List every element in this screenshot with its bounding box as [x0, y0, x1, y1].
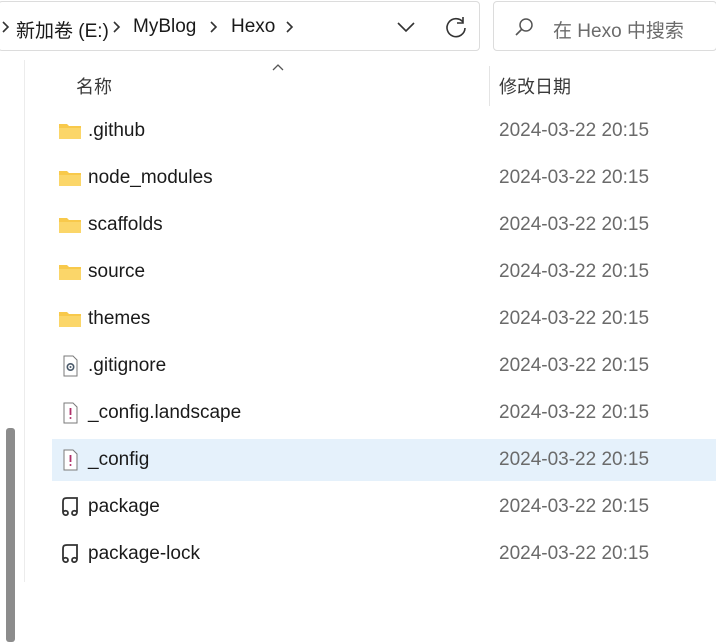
column-name-header[interactable]: 名称	[76, 73, 112, 99]
chevron-right-icon[interactable]	[207, 16, 221, 38]
chevron-right-icon[interactable]	[110, 16, 124, 38]
file-date: 2024-03-22 20:15	[499, 167, 650, 188]
file-row[interactable]: _config.landscape 2024-03-22 20:15	[52, 392, 716, 434]
search-icon	[513, 16, 535, 38]
file-row[interactable]: scaffolds 2024-03-22 20:15	[52, 204, 716, 246]
nav-scrollbar-thumb[interactable]	[6, 428, 15, 642]
file-date: 2024-03-22 20:15	[499, 449, 650, 470]
file-name: source	[88, 261, 146, 282]
chevron-down-icon[interactable]	[392, 13, 420, 41]
search-placeholder[interactable]: 在 Hexo 中搜索	[553, 16, 684, 43]
chevron-right-icon[interactable]	[283, 16, 297, 38]
file-row[interactable]: source 2024-03-22 20:15	[52, 251, 716, 293]
file-name: scaffolds	[88, 214, 163, 235]
file-date: 2024-03-22 20:15	[499, 120, 650, 141]
file-name: package	[88, 496, 160, 517]
search-box[interactable]: 在 Hexo 中搜索	[493, 1, 716, 51]
column-header: 名称 修改日期	[0, 60, 716, 110]
column-date-header[interactable]: 修改日期	[499, 73, 571, 99]
file-date: 2024-03-22 20:15	[499, 214, 650, 235]
file-name: node_modules	[88, 167, 213, 188]
file-name: package-lock	[88, 543, 200, 564]
folder-icon	[58, 308, 82, 330]
json-file-icon	[58, 496, 82, 518]
file-date: 2024-03-22 20:15	[499, 402, 650, 423]
file-row[interactable]: node_modules 2024-03-22 20:15	[52, 157, 716, 199]
navigation-pane	[0, 60, 25, 642]
column-divider[interactable]	[489, 66, 490, 106]
sort-ascending-icon	[271, 60, 285, 72]
settings-file-icon	[58, 355, 82, 377]
breadcrumb-hexo[interactable]: Hexo	[231, 16, 275, 38]
file-name: _config	[88, 449, 150, 470]
folder-icon	[58, 261, 82, 283]
chevron-right-icon[interactable]	[0, 16, 13, 38]
file-name: _config.landscape	[88, 402, 242, 423]
address-bar[interactable]: 新加卷 (E:) MyBlog Hexo	[0, 1, 480, 51]
breadcrumb-drive[interactable]: 新加卷 (E:)	[16, 16, 109, 43]
refresh-icon[interactable]	[442, 13, 470, 41]
file-row[interactable]: .gitignore 2024-03-22 20:15	[52, 345, 716, 387]
file-row[interactable]: themes 2024-03-22 20:15	[52, 298, 716, 340]
folder-icon	[58, 120, 82, 142]
toolbar: 新加卷 (E:) MyBlog Hexo 在 Hexo 中搜索	[0, 0, 716, 56]
file-name: themes	[88, 308, 151, 329]
file-name: .github	[88, 120, 146, 141]
file-date: 2024-03-22 20:15	[499, 543, 650, 564]
file-date: 2024-03-22 20:15	[499, 355, 650, 376]
file-row[interactable]: .github 2024-03-22 20:15	[52, 110, 716, 152]
folder-icon	[58, 214, 82, 236]
folder-icon	[58, 167, 82, 189]
file-row[interactable]: package-lock 2024-03-22 20:15	[52, 533, 716, 575]
json-file-icon	[58, 543, 82, 565]
yaml-file-icon	[58, 449, 82, 471]
yaml-file-icon	[58, 402, 82, 424]
file-date: 2024-03-22 20:15	[499, 496, 650, 517]
file-name: .gitignore	[88, 355, 167, 376]
file-row[interactable]: package 2024-03-22 20:15	[52, 486, 716, 528]
file-date: 2024-03-22 20:15	[499, 261, 650, 282]
file-date: 2024-03-22 20:15	[499, 308, 650, 329]
file-row-selected[interactable]: _config 2024-03-22 20:15	[52, 439, 716, 481]
breadcrumb-myblog[interactable]: MyBlog	[133, 16, 196, 38]
